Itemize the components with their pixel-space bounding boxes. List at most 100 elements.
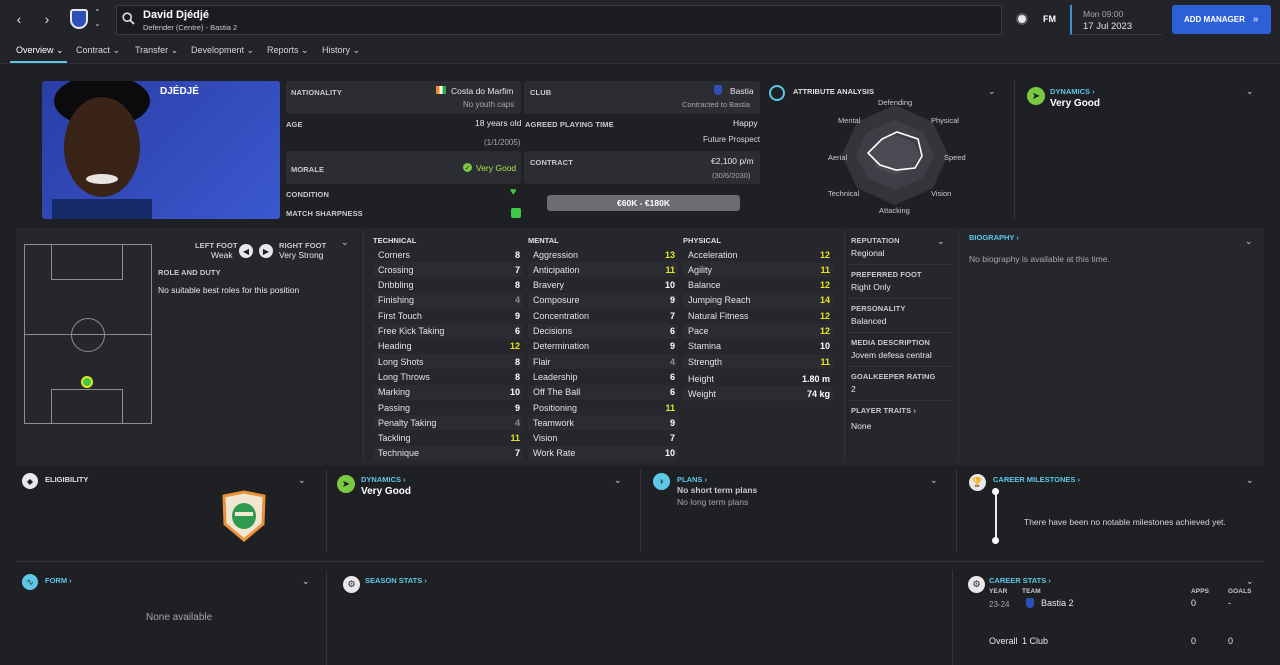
career-stats-chevron[interactable]: ⌄: [1246, 576, 1254, 587]
tab-reports[interactable]: Reports ⌄: [267, 45, 309, 56]
form-chevron[interactable]: ⌄: [302, 576, 310, 587]
plans-chevron[interactable]: ⌄: [930, 475, 938, 486]
biography-link[interactable]: BIOGRAPHY ›: [969, 233, 1019, 242]
attribute-row-vision[interactable]: Vision 7: [528, 431, 678, 446]
career-stats-icon: ⚙: [968, 576, 985, 593]
attribute-row-balance[interactable]: Balance 12: [683, 278, 833, 293]
pitch-penalty-area-bottom: [51, 389, 123, 424]
attribute-row-concentration[interactable]: Concentration 7: [528, 308, 678, 323]
attribute-row-aggression[interactable]: Aggression 13: [528, 247, 678, 262]
attribute-row-first-touch[interactable]: First Touch 9: [373, 308, 523, 323]
fm-button[interactable]: FM: [1043, 14, 1056, 24]
value-bar[interactable]: €60K - €180K: [547, 195, 740, 211]
ball-icon[interactable]: [1016, 13, 1028, 25]
attribute-name: Passing: [378, 402, 411, 413]
attribute-row-teamwork[interactable]: Teamwork 9: [528, 415, 678, 431]
dynamics-chevron[interactable]: ⌄: [1246, 86, 1254, 97]
attribute-row-strength[interactable]: Strength 11: [683, 354, 833, 370]
chevron-down-icon[interactable]: ⌄: [94, 19, 101, 28]
attribute-row-pace[interactable]: Pace 12: [683, 323, 833, 339]
chevron-up-icon[interactable]: ⌃: [94, 8, 101, 17]
attribute-row-jumping-reach[interactable]: Jumping Reach 14: [683, 292, 833, 308]
career-row-team[interactable]: Bastia 2: [1041, 598, 1074, 608]
club: Bastia: [730, 86, 754, 96]
attribute-analysis-chevron[interactable]: ⌄: [988, 86, 996, 97]
attribute-row-penalty-taking[interactable]: Penalty Taking 4: [373, 415, 523, 431]
form-text: None available: [146, 612, 213, 623]
dynamics-bottom-link[interactable]: DYNAMICS ›: [361, 475, 406, 484]
attribute-row-free-kick-taking[interactable]: Free Kick Taking 6: [373, 323, 523, 339]
right-boot-icon: ▶: [259, 244, 273, 258]
attribute-row-composure[interactable]: Composure 9: [528, 292, 678, 308]
tab-development[interactable]: Development ⌄: [191, 45, 254, 56]
season-stats-link[interactable]: SEASON STATS ›: [365, 576, 427, 585]
goalkeeper-rating-label: GOALKEEPER RATING: [851, 372, 936, 381]
attribute-name: Vision: [533, 433, 558, 444]
radar-label-physical: Physical: [931, 116, 959, 125]
attribute-row-acceleration[interactable]: Acceleration 12: [683, 247, 833, 262]
tab-transfer[interactable]: Transfer ⌄: [135, 45, 178, 56]
form-link[interactable]: FORM ›: [45, 576, 72, 585]
attribute-row-anticipation[interactable]: Anticipation 11: [528, 262, 678, 278]
attribute-row-positioning[interactable]: Positioning 11: [528, 400, 678, 415]
career-milestones-link[interactable]: CAREER MILESTONES ›: [993, 475, 1080, 484]
tab-history[interactable]: History ⌄: [322, 45, 360, 56]
tab-overview[interactable]: Overview ⌄: [10, 45, 67, 63]
club-badge-icon[interactable]: [70, 9, 88, 29]
eligibility-chevron[interactable]: ⌄: [298, 475, 306, 486]
attribute-row-natural-fitness[interactable]: Natural Fitness 12: [683, 308, 833, 323]
attribute-name: Strength: [688, 356, 723, 367]
playing-time-label: AGREED PLAYING TIME: [525, 120, 614, 129]
attribute-row-corners[interactable]: Corners 8: [373, 247, 523, 262]
attribute-row-technique[interactable]: Technique 7: [373, 445, 523, 461]
tab-contract[interactable]: Contract ⌄: [76, 45, 120, 56]
attribute-row-work-rate[interactable]: Work Rate 10: [528, 445, 678, 461]
info-chevron[interactable]: ⌄: [937, 236, 945, 247]
attribute-row-finishing[interactable]: Finishing 4: [373, 292, 523, 308]
attribute-row-determination[interactable]: Determination 9: [528, 339, 678, 354]
playing-time: Future Prospect: [703, 135, 760, 144]
biography-chevron[interactable]: ⌄: [1245, 236, 1253, 247]
plans-link[interactable]: PLANS ›: [677, 475, 707, 484]
milestones-chevron[interactable]: ⌄: [1246, 475, 1254, 486]
dynamics-icon: ➤: [1027, 87, 1045, 105]
milestone-dot-top: [992, 488, 999, 495]
player-traits-link[interactable]: PLAYER TRAITS ›: [851, 406, 916, 415]
feet-chevron[interactable]: ⌄: [341, 237, 349, 248]
attribute-row-leadership[interactable]: Leadership 6: [528, 369, 678, 384]
attribute-name: Penalty Taking: [378, 417, 437, 428]
attribute-row-dribbling[interactable]: Dribbling 8: [373, 278, 523, 293]
dynamics-link[interactable]: DYNAMICS ›: [1050, 87, 1095, 96]
attribute-value: 8: [514, 356, 520, 367]
attribute-value: 6: [669, 387, 675, 398]
attribute-row-passing[interactable]: Passing 9: [373, 400, 523, 415]
attribute-value: 12: [819, 280, 830, 291]
add-manager-button[interactable]: ADD MANAGER »: [1172, 5, 1271, 34]
attribute-row-crossing[interactable]: Crossing 7: [373, 262, 523, 278]
attribute-row-heading[interactable]: Heading 12: [373, 339, 523, 354]
left-foot-label: LEFT FOOT: [195, 241, 238, 250]
career-stats-link[interactable]: CAREER STATS ›: [989, 576, 1051, 585]
attribute-row-long-shots[interactable]: Long Shots 8: [373, 354, 523, 370]
attribute-row-tackling[interactable]: Tackling 11: [373, 431, 523, 446]
attribute-row-long-throws[interactable]: Long Throws 8: [373, 369, 523, 384]
attribute-row-marking[interactable]: Marking 10: [373, 384, 523, 400]
condition-label: CONDITION: [286, 190, 329, 199]
attribute-name: Aggression: [533, 249, 579, 260]
back-button[interactable]: ‹: [10, 10, 28, 28]
search-box[interactable]: [116, 5, 1002, 35]
dynamics-bottom-chevron[interactable]: ⌄: [614, 475, 622, 486]
attribute-row-flair[interactable]: Flair 4: [528, 354, 678, 370]
forward-button[interactable]: ›: [38, 10, 56, 28]
attribute-row-decisions[interactable]: Decisions 6: [528, 323, 678, 339]
attribute-row-bravery[interactable]: Bravery 10: [528, 278, 678, 293]
club-box[interactable]: [524, 81, 760, 114]
attribute-name: Corners: [378, 249, 411, 260]
radar-label-aerial: Aerial: [828, 153, 848, 162]
attribute-row-stamina[interactable]: Stamina 10: [683, 339, 833, 354]
attribute-row-off-the-ball[interactable]: Off The Ball 6: [528, 384, 678, 400]
attribute-row-agility[interactable]: Agility 11: [683, 262, 833, 278]
attribute-value: 7: [669, 433, 675, 444]
career-overall-goals: 0: [1228, 636, 1234, 646]
mental-title: MENTAL: [528, 236, 559, 245]
